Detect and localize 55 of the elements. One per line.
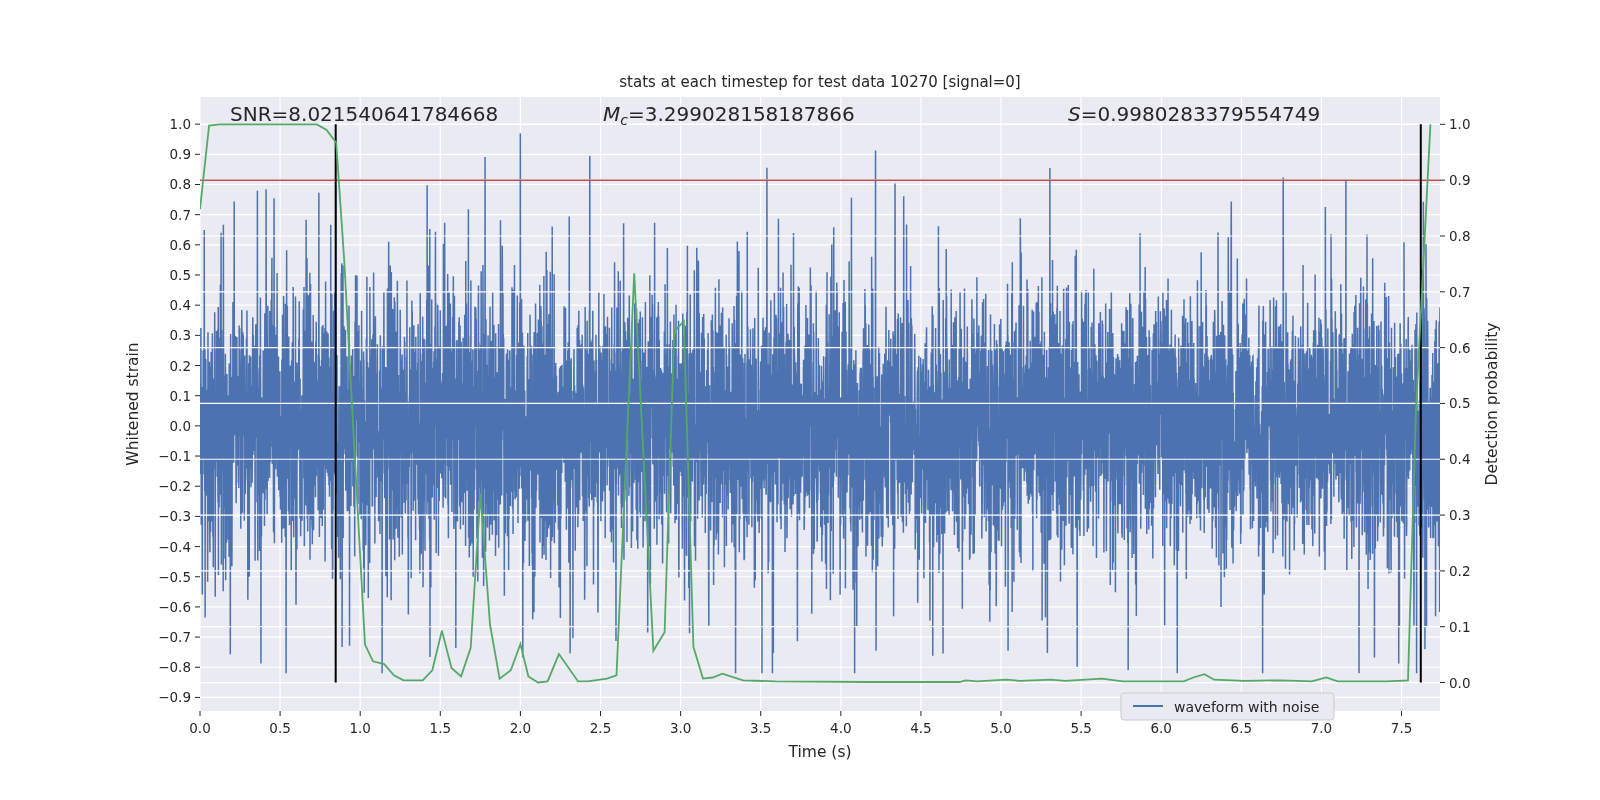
tick-label: 0.3: [1449, 507, 1471, 524]
stat-annotation: SNR=8.021540641784668: [230, 102, 499, 126]
tick-label: 0.5: [269, 720, 291, 736]
tick-label: 0.4: [169, 297, 191, 314]
tick-label: 0.3: [169, 327, 191, 344]
tick-label: −0.9: [158, 689, 191, 706]
tick-label: 7.5: [1390, 720, 1413, 736]
tick-label: 0.2: [169, 357, 191, 374]
tick-label: 0.0: [169, 417, 191, 434]
y-axis-label: Whitened strain: [124, 342, 142, 466]
tick-label: −0.4: [158, 538, 191, 555]
tick-label: 1.5: [429, 720, 452, 736]
tick-label: 0.7: [169, 206, 191, 223]
tick-label: 2.0: [509, 720, 532, 736]
tick-label: 0.0: [1449, 674, 1471, 691]
tick-label: 6.0: [1150, 720, 1172, 736]
tick-label: −0.2: [158, 478, 191, 495]
tick-label: 0.5: [169, 267, 191, 283]
tick-label: 0.8: [1449, 228, 1471, 244]
tick-label: 6.5: [1230, 720, 1253, 736]
tick-label: 0.5: [1449, 395, 1471, 412]
tick-label: −0.1: [158, 448, 191, 465]
tick-label: 3.0: [669, 720, 692, 736]
tick-label: 5.5: [1070, 720, 1092, 736]
tick-label: 5.0: [990, 720, 1012, 736]
tick-label: 1.0: [169, 116, 191, 133]
chart-title: stats at each timestep for test data 10270 [signal=0]: [619, 73, 1021, 91]
tick-label: 0.1: [169, 387, 191, 404]
legend-label: waveform with noise: [1174, 699, 1320, 715]
tick-label: 0.4: [1449, 451, 1471, 468]
tick-label: 0.7: [1449, 283, 1471, 300]
tick-label: 0.8: [169, 176, 191, 193]
stat-annotation: S=0.9980283379554749: [1068, 102, 1321, 126]
stat-annotation: M$_{c}$=3.299028158187866: [603, 102, 855, 126]
tick-label: −0.6: [158, 598, 191, 615]
tick-label: 1.0: [1449, 116, 1471, 133]
tick-label: 0.1: [1449, 618, 1471, 635]
tick-label: 0.6: [1449, 339, 1471, 356]
y-axis-label: Detection probability: [1483, 322, 1501, 486]
tick-label: 3.5: [750, 720, 772, 736]
tick-label: 4.5: [910, 720, 932, 736]
tick-label: 7.0: [1310, 720, 1333, 736]
tick-label: −0.5: [158, 568, 191, 585]
x-axis-label: Time (s): [788, 743, 852, 761]
tick-label: −0.3: [158, 508, 191, 525]
tick-label: 0.6: [169, 236, 191, 253]
tick-label: 0.9: [169, 146, 191, 163]
tick-label: 0.2: [1449, 562, 1471, 579]
tick-label: 0.9: [1449, 172, 1471, 189]
tick-label: 0.0: [189, 720, 211, 736]
tick-label: 1.0: [349, 720, 371, 736]
tick-label: −0.8: [158, 659, 191, 676]
tick-label: 4.0: [830, 720, 852, 736]
tick-label: −0.7: [158, 629, 191, 646]
tick-label: 2.5: [589, 720, 612, 736]
